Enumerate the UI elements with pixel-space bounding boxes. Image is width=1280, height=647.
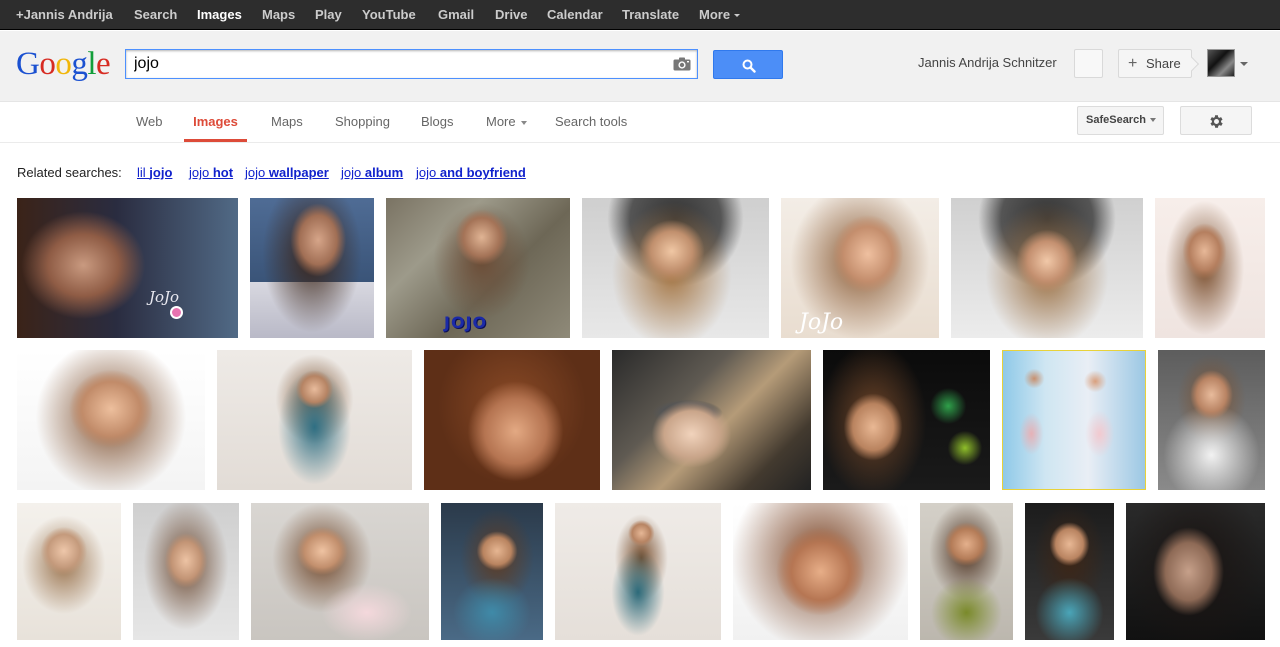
top-bar-drive-link[interactable]: Drive xyxy=(495,0,528,30)
image-overlay-signature: JoJo xyxy=(149,288,180,306)
plus-icon: + xyxy=(1128,55,1138,72)
image-result[interactable] xyxy=(251,503,429,640)
image-result[interactable] xyxy=(133,503,239,640)
safesearch-dropdown[interactable]: SafeSearch xyxy=(1077,106,1164,135)
tab-web[interactable]: Web xyxy=(136,103,163,142)
logo-letter: o xyxy=(39,46,56,82)
google-top-bar: +Jannis Andrija Search Images Maps Play … xyxy=(0,0,1280,30)
camera-icon[interactable] xyxy=(673,57,691,71)
tab-images[interactable]: Images xyxy=(184,103,247,142)
tab-more-label: More xyxy=(486,114,516,129)
image-result[interactable] xyxy=(424,350,600,490)
chevron-down-icon xyxy=(1149,118,1156,123)
image-result[interactable] xyxy=(733,503,908,640)
top-bar-maps-link[interactable]: Maps xyxy=(262,0,295,30)
search-tools-button[interactable]: Search tools xyxy=(555,103,627,142)
search-button[interactable] xyxy=(713,50,783,79)
settings-button[interactable] xyxy=(1180,106,1252,135)
logo-letter: g xyxy=(71,46,88,82)
logo-letter: l xyxy=(87,46,97,82)
tab-blogs[interactable]: Blogs xyxy=(421,103,454,142)
safesearch-label: SafeSearch xyxy=(1086,114,1146,126)
image-result[interactable] xyxy=(951,198,1143,338)
image-result[interactable] xyxy=(441,503,543,640)
image-result[interactable] xyxy=(1002,350,1146,490)
image-result[interactable] xyxy=(217,350,412,490)
image-result[interactable] xyxy=(1126,503,1265,640)
image-result[interactable] xyxy=(1155,198,1265,338)
related-searches: Related searches: lil jojo jojo hot jojo… xyxy=(17,165,526,180)
logo-letter: e xyxy=(96,46,111,82)
related-link-text: lil xyxy=(137,165,150,180)
top-bar-profile-link[interactable]: +Jannis Andrija xyxy=(16,0,113,30)
image-result[interactable] xyxy=(920,503,1013,640)
image-result[interactable] xyxy=(612,350,811,490)
top-bar-translate-link[interactable]: Translate xyxy=(622,0,679,30)
related-link-bold: jojo xyxy=(149,165,173,180)
search-header: Google Jannis Andrija Schnitzer + Share xyxy=(0,31,1280,102)
image-result[interactable] xyxy=(17,503,121,640)
image-result[interactable] xyxy=(17,350,205,490)
image-result[interactable]: JoJo xyxy=(781,198,939,338)
top-bar-play-link[interactable]: Play xyxy=(315,0,342,30)
image-result[interactable] xyxy=(1025,503,1114,640)
search-icon xyxy=(742,59,756,73)
image-result[interactable] xyxy=(1158,350,1265,490)
user-name[interactable]: Jannis Andrija Schnitzer xyxy=(918,55,1057,70)
search-box xyxy=(125,49,698,79)
image-result[interactable] xyxy=(823,350,990,490)
related-link-jojo-and-boyfriend[interactable]: jojo and boyfriend xyxy=(416,165,526,180)
image-result[interactable] xyxy=(250,198,374,338)
related-link-text: jojo xyxy=(245,165,269,180)
related-link-bold: and boyfriend xyxy=(439,165,526,180)
logo-letter: o xyxy=(55,46,72,82)
top-bar-youtube-link[interactable]: YouTube xyxy=(362,0,416,30)
image-result[interactable] xyxy=(555,503,721,640)
image-overlay-logo: JOJO xyxy=(444,313,488,332)
top-bar-search-link[interactable]: Search xyxy=(134,0,177,30)
related-link-jojo-hot[interactable]: jojo hot xyxy=(189,165,233,180)
related-link-jojo-wallpaper[interactable]: jojo wallpaper xyxy=(245,165,329,180)
tab-maps[interactable]: Maps xyxy=(271,103,303,142)
tab-more[interactable]: More xyxy=(486,103,527,142)
search-input[interactable] xyxy=(134,54,654,74)
chevron-down-icon[interactable] xyxy=(1240,62,1248,66)
google-logo[interactable]: Google xyxy=(16,46,111,82)
top-bar-more-label: More xyxy=(699,7,731,22)
top-bar-images-link[interactable]: Images xyxy=(197,0,242,30)
top-bar-calendar-link[interactable]: Calendar xyxy=(547,0,603,30)
related-link-text: jojo xyxy=(189,165,213,180)
share-label: Share xyxy=(1146,56,1181,71)
tab-shopping[interactable]: Shopping xyxy=(335,103,390,142)
chevron-down-icon xyxy=(734,14,741,18)
logo-letter: G xyxy=(16,46,40,82)
gear-icon xyxy=(1210,115,1223,128)
avatar[interactable] xyxy=(1207,49,1235,77)
image-result[interactable]: JOJO xyxy=(386,198,570,338)
top-bar-gmail-link[interactable]: Gmail xyxy=(438,0,474,30)
notifications-button[interactable] xyxy=(1074,49,1103,78)
related-link-bold: album xyxy=(364,165,404,180)
chevron-down-icon xyxy=(520,120,527,125)
related-searches-label: Related searches: xyxy=(17,165,122,180)
image-result[interactable]: JoJo xyxy=(17,198,238,338)
related-link-text: jojo xyxy=(416,165,440,180)
image-overlay-signature: JoJo xyxy=(799,310,844,335)
related-link-bold: hot xyxy=(212,165,234,180)
top-bar-more-menu[interactable]: More xyxy=(699,0,741,30)
search-nav: Web Images Maps Shopping Blogs More Sear… xyxy=(0,103,1280,143)
image-result[interactable] xyxy=(582,198,769,338)
related-link-text: jojo xyxy=(341,165,365,180)
related-link-lil-jojo[interactable]: lil jojo xyxy=(137,165,172,180)
related-link-bold: wallpaper xyxy=(268,165,329,180)
share-button[interactable]: + Share xyxy=(1118,49,1192,78)
related-link-jojo-album[interactable]: jojo album xyxy=(341,165,403,180)
flower-icon xyxy=(172,308,181,317)
